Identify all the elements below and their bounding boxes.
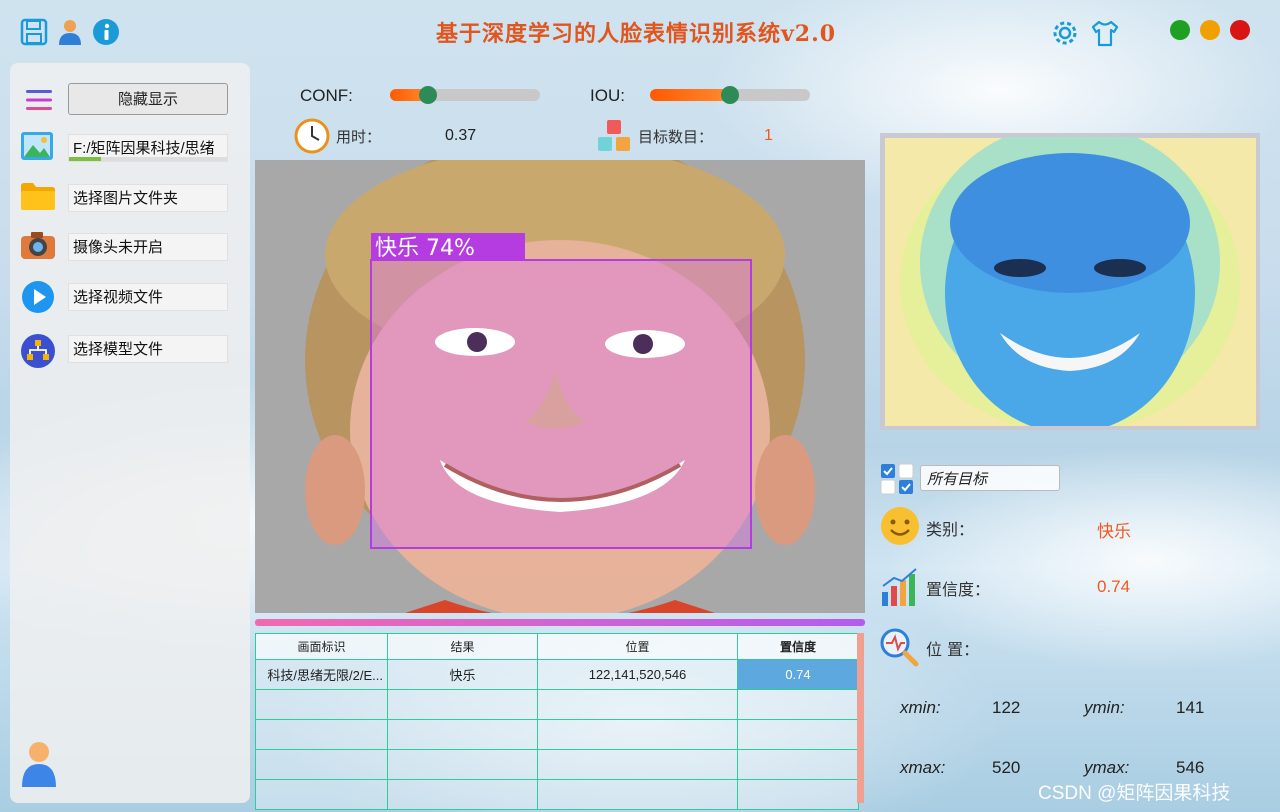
clock-icon [294,118,330,154]
detection-box-label: 快乐 74% [375,236,475,261]
gear-icon[interactable] [1050,18,1080,48]
target-select[interactable]: 所有目标 [920,465,1060,491]
table-cell[interactable] [255,719,388,750]
table-cell[interactable] [387,719,538,750]
table-row[interactable]: 科技/思绪无限/2/E... 快乐 122,141,520,546 0.74 [255,659,859,690]
close-button[interactable] [1230,20,1250,40]
play-icon [20,280,56,314]
watermark: CSDN @矩阵因果科技 [1038,783,1231,804]
confidence-value: 0.74 [1097,577,1131,596]
table-cell[interactable] [737,719,859,750]
table-row[interactable] [255,779,859,810]
table-cell[interactable] [537,689,738,720]
heatmap-image [880,133,1260,430]
col-header-source[interactable]: 画面标识 [255,633,388,660]
checkbox-icon[interactable] [880,463,914,495]
info-icon[interactable] [92,18,122,48]
bar-chart-icon [880,566,920,608]
menu-icon[interactable] [24,88,54,112]
table-cell[interactable]: 快乐 [387,659,538,690]
table-row[interactable] [255,749,859,780]
table-row[interactable] [255,719,859,750]
confidence-label: 置信度： [926,580,991,599]
minimize-button[interactable] [1200,20,1220,40]
table-cell[interactable] [387,749,538,780]
ymax-value: 546 [1176,758,1205,777]
sidebar-item-camera[interactable]: 摄像头未开启 [68,233,228,261]
detection-image: 快乐 74% [255,160,865,613]
table-cell[interactable]: 科技/思绪无限/2/E... [255,659,388,690]
table-cell-selected[interactable]: 0.74 [737,659,859,690]
conf-slider[interactable] [390,86,540,104]
location-search-icon [878,626,920,668]
table-header-row: 画面标识 结果 位置 置信度 [255,633,859,660]
window-title: 基于深度学习的人脸表情识别系统v2.0 [436,21,837,47]
user-icon[interactable] [56,18,86,48]
table-cell[interactable] [537,779,738,810]
time-value: 0.37 [445,127,477,144]
time-label: 用时： [336,128,382,146]
table-cell[interactable] [255,779,388,810]
sidebar [10,63,250,803]
table-row[interactable] [255,689,859,720]
count-label: 目标数目： [638,128,714,146]
table-cell[interactable] [537,719,738,750]
col-header-result[interactable]: 结果 [387,633,538,660]
col-header-position[interactable]: 位置 [537,633,738,660]
sidebar-item-video[interactable]: 选择视频文件 [68,283,228,311]
class-value: 快乐 [1097,522,1131,541]
table-cell[interactable] [737,749,859,780]
load-progress-bar [69,157,227,161]
count-value: 1 [764,127,773,144]
camera-icon [20,229,56,263]
toggle-sidebar-button[interactable]: 隐藏显示 [68,83,228,115]
results-table: 画面标识 结果 位置 置信度 科技/思绪无限/2/E... 快乐 122,141… [255,633,859,810]
xmin-value: 122 [992,698,1021,717]
iou-slider-fill [650,89,730,101]
ymax-label: ymax: [1084,758,1130,777]
conf-slider-knob[interactable] [418,86,437,104]
table-scrollbar[interactable] [857,633,864,803]
table-cell[interactable] [737,689,859,720]
playback-progress-bar[interactable] [255,619,865,626]
table-cell[interactable] [537,749,738,780]
position-label: 位 置： [926,640,980,659]
sidebar-item-model[interactable]: 选择模型文件 [68,335,228,363]
xmax-value: 520 [992,758,1021,777]
load-progress-fill [69,157,101,161]
xmin-label: xmin: [900,698,941,717]
conf-label: CONF: [300,86,353,105]
avatar-icon[interactable] [20,740,58,788]
folder-icon [20,180,56,214]
iou-label: IOU: [590,86,625,105]
iou-slider[interactable] [650,86,810,104]
count-icon [596,118,632,154]
table-cell[interactable]: 122,141,520,546 [537,659,738,690]
image-icon [20,130,56,164]
iou-slider-knob[interactable] [721,86,739,104]
table-cell[interactable] [737,779,859,810]
save-icon[interactable] [20,18,50,48]
table-cell[interactable] [255,749,388,780]
ymin-label: ymin: [1084,698,1125,717]
sidebar-item-folder[interactable]: 选择图片文件夹 [68,184,228,212]
model-icon [20,333,56,368]
class-label: 类别： [926,520,975,539]
maximize-button[interactable] [1170,20,1190,40]
col-header-confidence[interactable]: 置信度 [737,633,859,660]
shirt-icon[interactable] [1090,18,1120,48]
table-cell[interactable] [255,689,388,720]
table-cell[interactable] [387,779,538,810]
xmax-label: xmax: [900,758,946,777]
table-cell[interactable] [387,689,538,720]
smile-icon [880,506,920,546]
ymin-value: 141 [1176,698,1205,717]
